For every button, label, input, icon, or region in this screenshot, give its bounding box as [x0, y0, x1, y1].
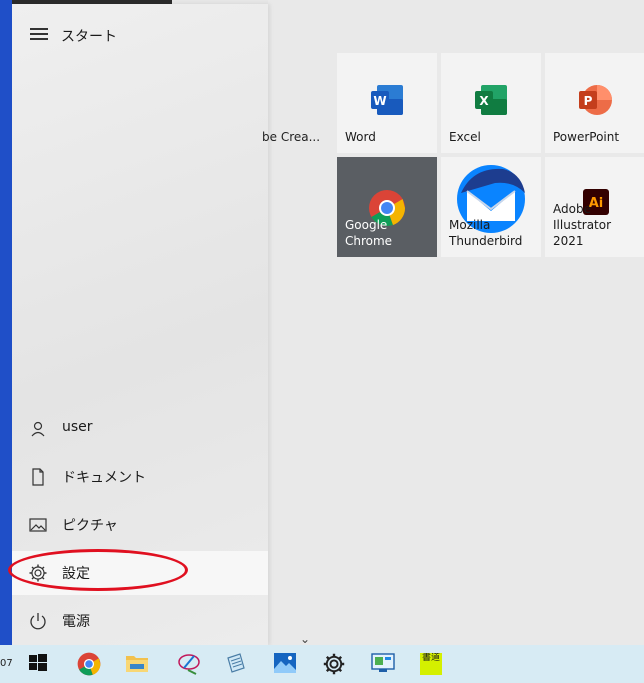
- taskbar-notepad[interactable]: [212, 645, 258, 683]
- taskbar-paint[interactable]: [164, 645, 210, 683]
- tile-powerpoint-label: PowerPoint: [553, 130, 620, 144]
- taskbar-start[interactable]: [15, 645, 61, 683]
- nav-power[interactable]: 電源: [12, 599, 268, 643]
- powerpoint-icon: P: [579, 85, 612, 115]
- nav-documents[interactable]: ドキュメント: [12, 455, 268, 499]
- taskbar-settings[interactable]: [310, 645, 356, 683]
- tile-illustrator-label: Adobe Illustrator 2021: [553, 201, 644, 249]
- taskbar: 07 書道: [0, 645, 644, 683]
- svg-text:X: X: [479, 94, 489, 108]
- chrome-icon: [77, 652, 101, 676]
- hamburger-menu-icon[interactable]: [30, 28, 48, 42]
- tile-illustrator-line1: Adobe: [553, 202, 591, 216]
- highlight-annotation: [8, 549, 188, 591]
- tile-thunderbird[interactable]: Mozilla Thunderbird: [441, 157, 541, 257]
- nav-power-label: 電源: [62, 614, 90, 630]
- document-icon: [32, 468, 44, 486]
- tile-illustrator-line2: Illustrator 2021: [553, 218, 612, 248]
- taskbar-control-panel[interactable]: [358, 645, 404, 683]
- taskbar-file-explorer[interactable]: [113, 645, 159, 683]
- tile-excel-label: Excel: [449, 130, 481, 144]
- start-title: スタート: [61, 29, 117, 45]
- paint-app-icon: [178, 654, 200, 675]
- tile-thunderbird-line1: Mozilla: [449, 218, 491, 232]
- windows-start-icon: [29, 654, 47, 671]
- tile-excel[interactable]: X Excel: [441, 53, 541, 153]
- nav-user-label: user: [62, 419, 93, 435]
- control-panel-icon: [371, 653, 395, 672]
- pictures-icon: [29, 518, 47, 532]
- tile-word[interactable]: W Word: [337, 53, 437, 153]
- power-icon: [30, 613, 46, 630]
- photos-icon: [274, 653, 296, 673]
- nav-user[interactable]: user: [12, 407, 268, 451]
- desktop-edge: [0, 0, 12, 645]
- nav-documents-label: ドキュメント: [62, 470, 146, 486]
- taskbar-chrome[interactable]: [65, 645, 111, 683]
- tile-thunderbird-label: Mozilla Thunderbird: [449, 217, 522, 249]
- user-icon: [31, 421, 45, 437]
- tile-word-label: Word: [345, 130, 376, 144]
- settings-icon: [323, 653, 345, 675]
- svg-text:P: P: [584, 94, 593, 108]
- partial-tile-label: be Crea...: [262, 130, 321, 144]
- tile-chrome-label: Google Chrome: [345, 218, 393, 248]
- notepad-icon: [227, 653, 245, 673]
- excel-icon: X: [475, 85, 507, 115]
- svg-text:W: W: [373, 94, 386, 108]
- start-menu-panel: スタート user ドキュメント ピクチャ 設定 電源: [12, 4, 268, 645]
- nav-pictures-label: ピクチャ: [62, 518, 118, 534]
- nav-pictures[interactable]: ピクチャ: [12, 503, 268, 547]
- calligraphy-text: 書道: [421, 653, 440, 663]
- clock-fragment: 07: [0, 658, 13, 669]
- calligraphy-app-icon: 書道: [420, 653, 442, 675]
- chevron-down-icon[interactable]: ⌄: [300, 632, 310, 646]
- tile-chrome[interactable]: Google Chrome: [337, 157, 437, 257]
- taskbar-calligraphy[interactable]: 書道: [408, 645, 454, 683]
- tile-illustrator[interactable]: Ai Adobe Illustrator 2021: [545, 157, 644, 257]
- word-icon: W: [371, 85, 403, 115]
- taskbar-photos[interactable]: [261, 645, 307, 683]
- tile-thunderbird-line2: Thunderbird: [449, 234, 523, 248]
- tile-powerpoint[interactable]: P PowerPoint: [545, 53, 644, 153]
- file-explorer-icon: [126, 656, 148, 672]
